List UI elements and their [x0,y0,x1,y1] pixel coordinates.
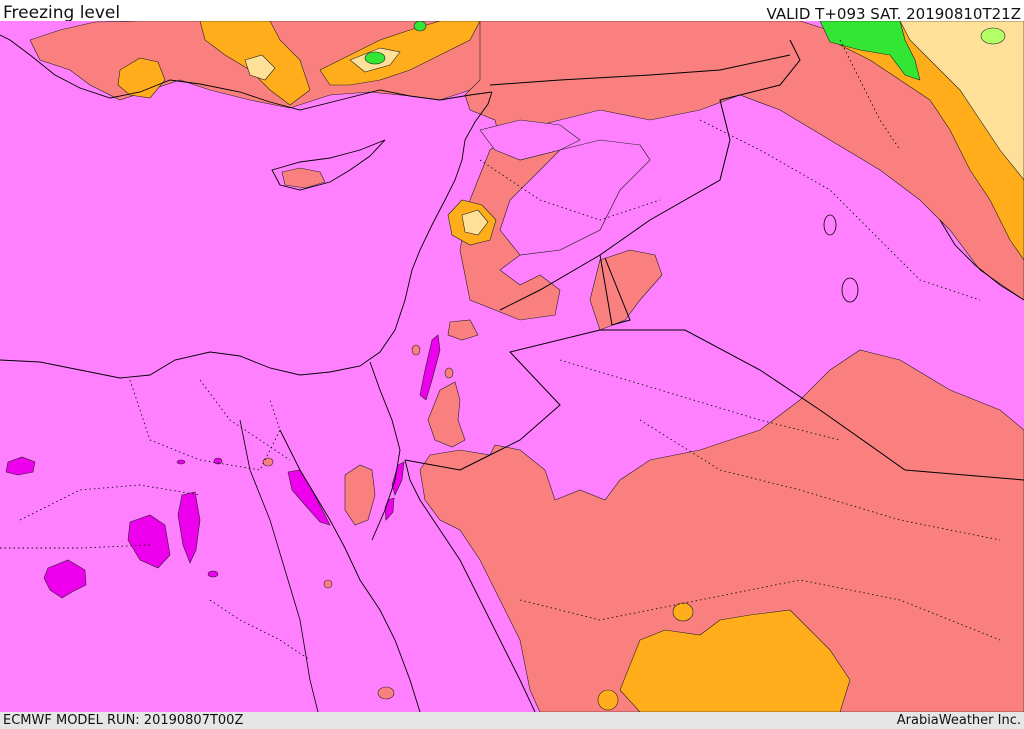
orange-dot-1 [672,602,694,622]
orange-dot-2 [597,689,619,711]
salmon-dot-1 [377,686,395,700]
salmon-dot-2 [262,457,274,467]
deep-magenta-dot-3 [176,459,186,465]
map-canvas [0,21,1024,712]
green-dot-north [413,21,427,32]
map-title: Freezing level [3,3,121,23]
credit-label: ArabiaWeather Inc. [896,713,1021,728]
green-dot-anatolia [364,51,386,65]
freezing-level-map[interactable] [0,21,1024,712]
deep-magenta-dot-2 [207,570,219,578]
header-bar: Freezing level VALID T+093 SAT. 20190810… [0,0,1024,23]
salmon-dot-5 [323,579,333,589]
light-green-dot-iran [980,27,1006,45]
salmon-dot-3 [411,344,421,356]
model-run-label: ECMWF MODEL RUN: 20190807T00Z [3,713,244,728]
footer-bar: ECMWF MODEL RUN: 20190807T00Z ArabiaWeat… [0,712,1024,729]
salmon-dot-4 [444,367,454,379]
